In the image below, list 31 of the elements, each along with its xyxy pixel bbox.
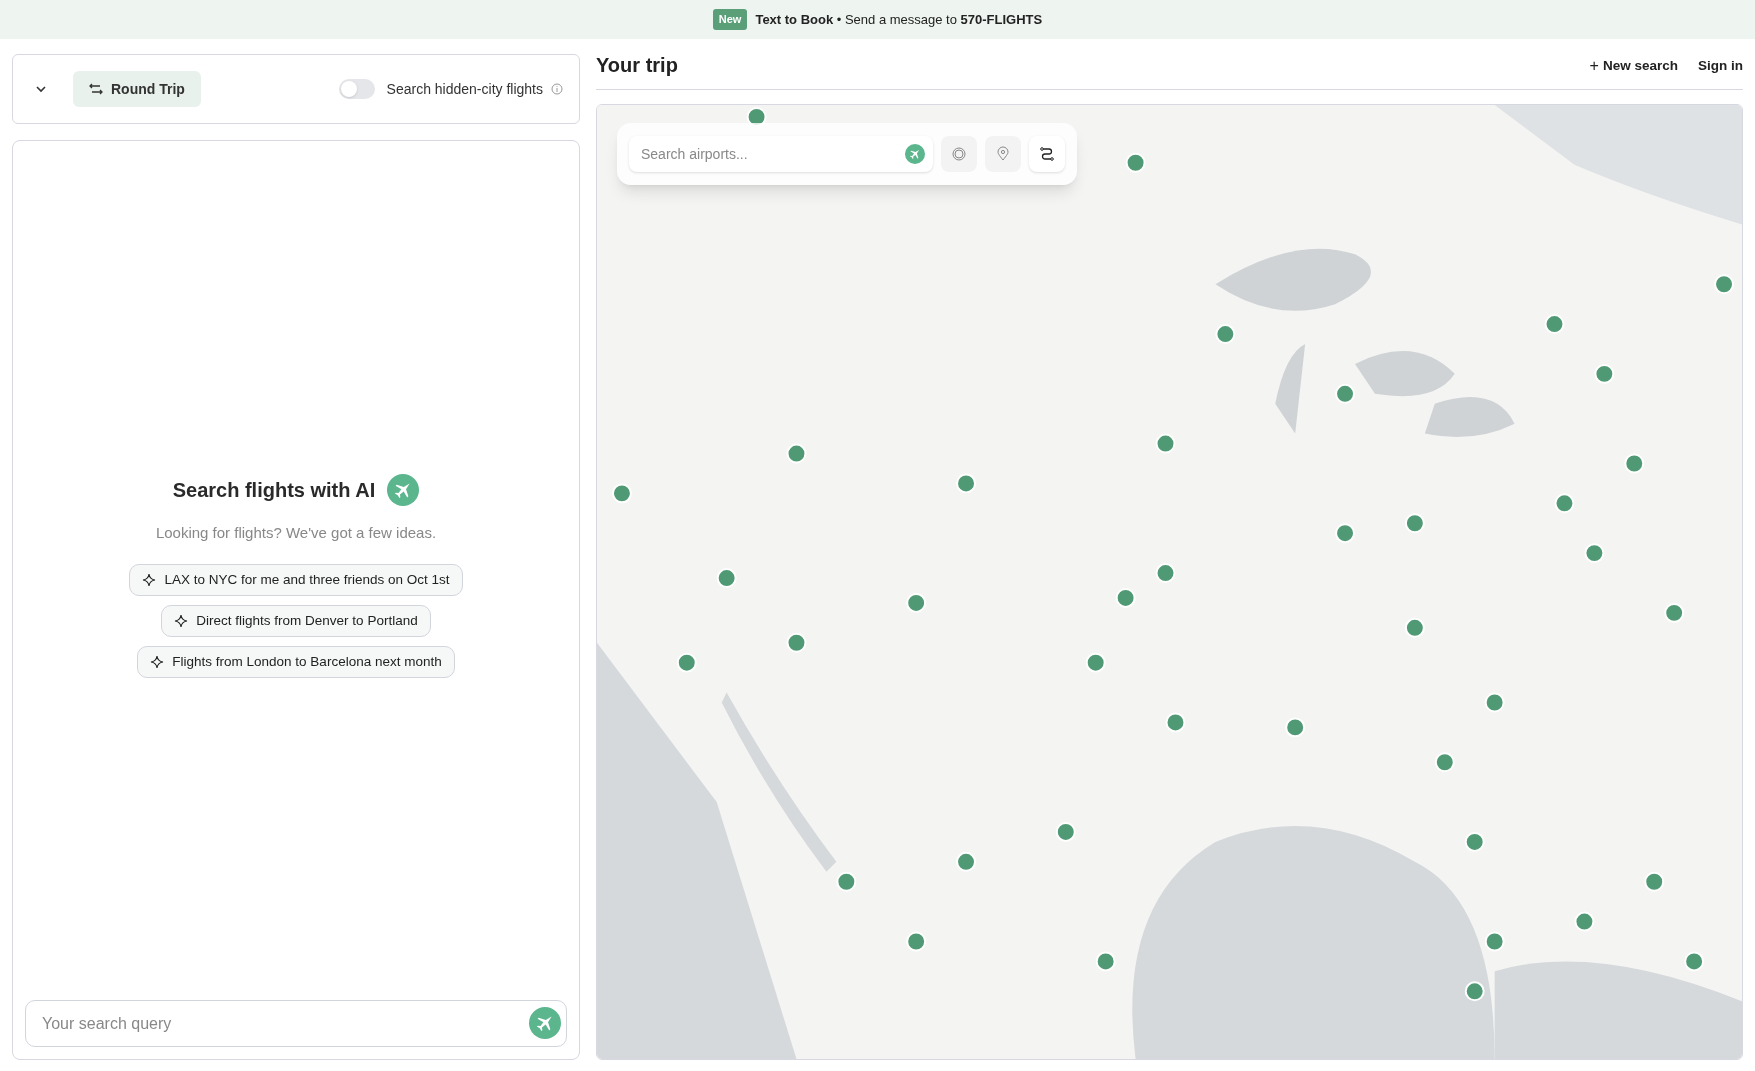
hidden-city-label: Search hidden-city flights bbox=[386, 79, 543, 99]
target-icon bbox=[951, 146, 967, 162]
promo-text: Text to Book • Send a message to 570-FLIGHTS bbox=[755, 10, 1043, 29]
info-icon[interactable] bbox=[551, 83, 563, 95]
sparkle-icon bbox=[174, 614, 189, 629]
suggestion-chip[interactable]: Direct flights from Denver to Portland bbox=[161, 605, 431, 638]
assistant-title: Search flights with AI bbox=[172, 477, 376, 503]
airport-search-field[interactable]: Search airports... bbox=[629, 136, 933, 172]
page-title: Your trip bbox=[596, 53, 678, 78]
new-search-button[interactable]: + New search bbox=[1589, 54, 1678, 78]
chevron-down-icon bbox=[35, 83, 47, 95]
route-tool-button[interactable] bbox=[1029, 136, 1065, 172]
plane-icon bbox=[529, 1007, 561, 1039]
plane-icon bbox=[905, 144, 925, 164]
swap-arrows-icon bbox=[89, 82, 103, 96]
round-trip-button[interactable]: Round Trip bbox=[73, 71, 201, 107]
sparkle-icon bbox=[150, 655, 165, 670]
sparkle-icon bbox=[142, 573, 157, 588]
search-query-field[interactable]: Your search query bbox=[25, 1000, 567, 1047]
new-badge: New bbox=[712, 9, 748, 30]
location-pin-icon bbox=[995, 146, 1011, 162]
plane-icon bbox=[387, 473, 420, 506]
sign-in-link[interactable]: Sign in bbox=[1698, 54, 1743, 78]
pin-tool-button[interactable] bbox=[985, 136, 1021, 172]
send-button[interactable] bbox=[529, 1007, 561, 1039]
suggestion-chip[interactable]: Flights from London to Barcelona next month bbox=[137, 646, 455, 679]
route-icon bbox=[1039, 146, 1055, 162]
assistant-subtitle: Looking for flights? We've got a few ideas. bbox=[155, 522, 437, 543]
radius-tool-button[interactable] bbox=[941, 136, 977, 172]
hidden-city-toggle[interactable] bbox=[338, 79, 375, 99]
suggestion-chip[interactable]: LAX to NYC for me and three friends on Oct 1st bbox=[129, 564, 463, 597]
